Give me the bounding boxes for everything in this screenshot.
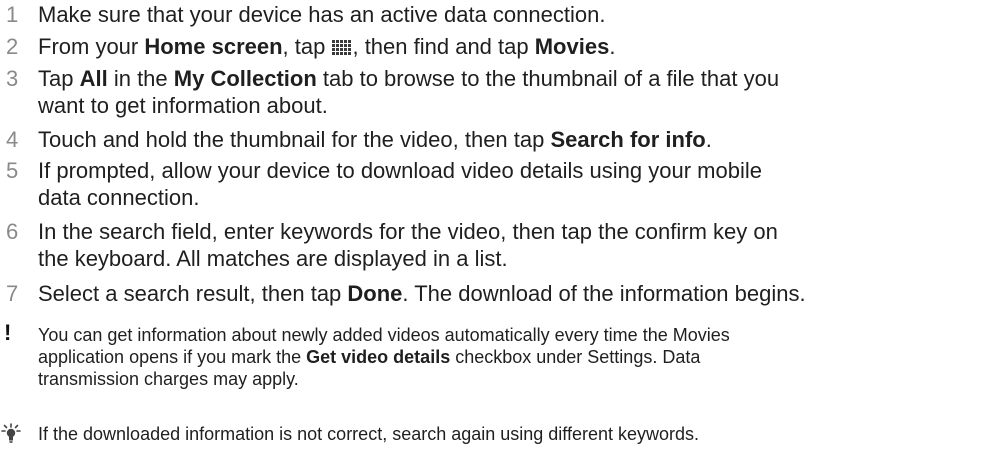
step-text: Tap All in the My Collection tab to brow… (38, 66, 780, 118)
step-number: 2 (6, 34, 19, 59)
apps-grid-icon (332, 40, 352, 55)
exclamation-icon: ! (4, 320, 12, 345)
step-number: 4 (6, 127, 19, 152)
tip-text: If the downloaded information is not cor… (38, 424, 700, 444)
get-video-details-label: Get video details (306, 347, 451, 367)
home-screen-label: Home screen (144, 34, 283, 59)
my-collection-label: My Collection (173, 66, 317, 91)
step-text: From your Home screen, tap , then find a… (38, 34, 616, 59)
step-text: In the search field, enter keywords for … (38, 219, 778, 271)
step-number: 7 (6, 281, 19, 306)
step-text: Select a search result, then tap Done. T… (38, 281, 806, 306)
step-number: 3 (6, 66, 19, 91)
step-text: If prompted, allow your device to downlo… (38, 158, 762, 210)
movies-label: Movies (534, 34, 610, 59)
step-number: 6 (6, 219, 19, 244)
lightbulb-icon (1, 423, 21, 443)
step-number: 5 (6, 158, 19, 183)
step-text: Make sure that your device has an active… (38, 2, 606, 27)
step-text: Touch and hold the thumbnail for the vid… (38, 127, 712, 152)
instructions-page: 1 Make sure that your device has an acti… (0, 0, 992, 463)
done-label: Done (347, 281, 403, 306)
note-text: You can get information about newly adde… (38, 325, 730, 389)
step-number: 1 (6, 2, 19, 27)
search-for-info-label: Search for info (550, 127, 706, 152)
all-label: All (79, 66, 108, 91)
